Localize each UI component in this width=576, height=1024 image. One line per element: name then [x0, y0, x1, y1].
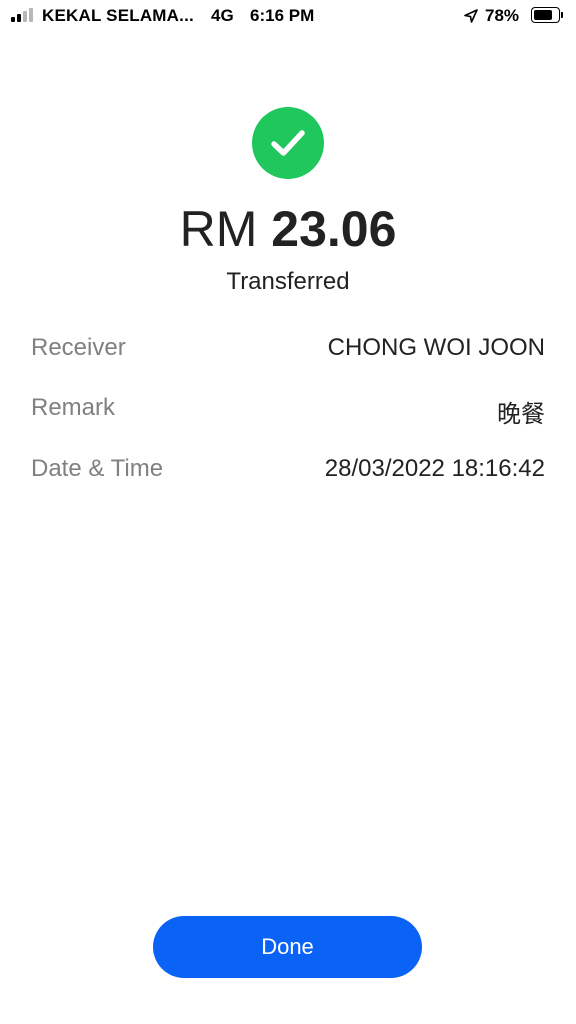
status-time: 6:16 PM [250, 6, 315, 25]
transfer-amount: RM 23.06 [0, 200, 576, 258]
receiver-label: Receiver [31, 334, 126, 361]
status-bar: KEKAL SELAMA... 4G 6:16 PM 78% [0, 0, 576, 34]
network-type: 4G [211, 6, 234, 25]
remark-row: Remark 晚餐 [31, 394, 545, 428]
battery-percent: 78% [485, 6, 520, 25]
transfer-status: Transferred [226, 268, 350, 295]
currency-label: RM [179, 201, 258, 257]
amount-value: 23.06 [271, 201, 397, 257]
location-arrow-icon [464, 9, 478, 23]
remark-label: Remark [31, 394, 116, 421]
datetime-label: Date & Time [31, 455, 164, 482]
datetime-value: 28/03/2022 18:16:42 [324, 455, 545, 482]
receiver-value: CHONG WOI JOON [327, 334, 545, 361]
remark-value: 晚餐 [497, 401, 545, 428]
carrier-name: KEKAL SELAMA... [42, 6, 194, 25]
signal-bars-icon [11, 8, 37, 22]
battery-level-fill [534, 10, 552, 20]
receiver-row: Receiver CHONG WOI JOON [31, 334, 545, 366]
done-button[interactable]: Done [153, 916, 422, 978]
datetime-row: Date & Time 28/03/2022 18:16:42 [31, 455, 545, 487]
check-circle-icon [252, 107, 324, 179]
battery-icon [531, 7, 563, 23]
checkmark-icon [271, 130, 305, 156]
transfer-receipt-screen: KEKAL SELAMA... 4G 6:16 PM 78% RM 23.06 … [0, 0, 576, 1024]
